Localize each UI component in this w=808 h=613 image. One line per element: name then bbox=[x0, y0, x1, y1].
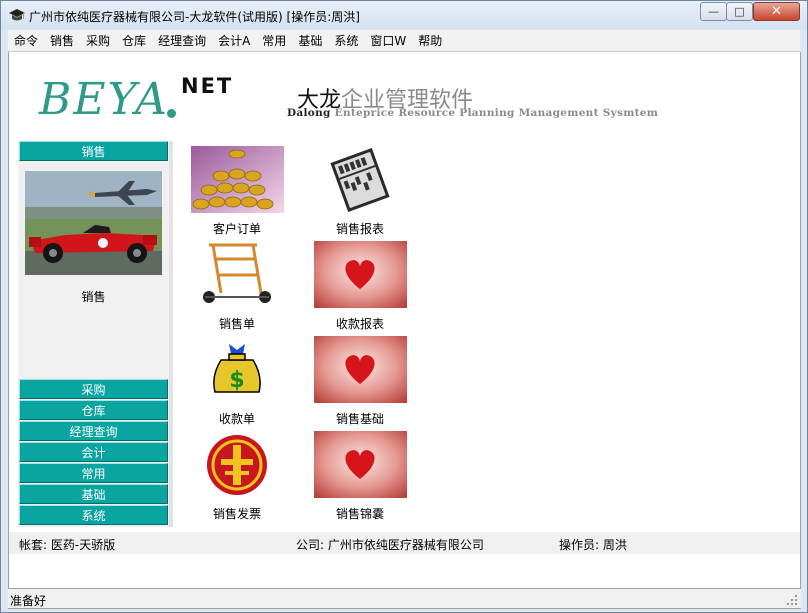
company-label: 公司: bbox=[296, 538, 325, 552]
nav-accounting[interactable]: 会计 bbox=[19, 442, 168, 462]
resize-grip-icon[interactable] bbox=[783, 591, 799, 607]
nav-common[interactable]: 常用 bbox=[19, 463, 168, 483]
company-field: 公司: 广州市依纯医疗器械有限公司 bbox=[296, 536, 484, 553]
menu-manager-query[interactable]: 经理查询 bbox=[152, 30, 212, 52]
module-sales-report[interactable]: 销售报表 bbox=[300, 146, 420, 239]
maximize-button[interactable]: □ bbox=[726, 2, 753, 21]
menu-basics[interactable]: 基础 bbox=[292, 30, 328, 52]
account-label: 帐套: bbox=[19, 538, 48, 552]
app-window: 广州市依纯医疗器械有限公司-大龙软件(试用版) [操作员:周洪] — □ ✕ 命… bbox=[0, 0, 808, 613]
module-receipt[interactable]: $ 收款单 bbox=[177, 336, 297, 429]
logo-dot bbox=[167, 109, 176, 118]
module-label: 收款单 bbox=[218, 412, 255, 426]
module-receipt-report[interactable]: 收款报表 bbox=[300, 241, 420, 334]
operator-field: 操作员: 周洪 bbox=[559, 536, 627, 553]
module-label: 销售基础 bbox=[335, 412, 384, 426]
net-logo: NET bbox=[181, 74, 234, 98]
nav-sales-header[interactable]: 销售 bbox=[19, 141, 168, 161]
module-label: 销售发票 bbox=[212, 507, 261, 521]
menu-purchase[interactable]: 采购 bbox=[80, 30, 116, 52]
nav-manager-query[interactable]: 经理查询 bbox=[19, 421, 168, 441]
company-value: 广州市依纯医疗器械有限公司 bbox=[327, 538, 484, 552]
nav-basics[interactable]: 基础 bbox=[19, 484, 168, 504]
banner-subtitle: Dalong Enteprice Resource Planning Manag… bbox=[287, 107, 658, 119]
module-customer-order[interactable]: 客户订单 bbox=[177, 146, 297, 239]
abacus-icon bbox=[314, 146, 407, 213]
heart-icon bbox=[314, 336, 407, 403]
title-bar: 广州市依纯医疗器械有限公司-大龙软件(试用版) [操作员:周洪] — □ ✕ bbox=[1, 1, 807, 29]
nav-panel-label: 销售 bbox=[81, 290, 106, 304]
close-button[interactable]: ✕ bbox=[753, 2, 800, 21]
info-bar: 帐套: 医药-天骄版 公司: 广州市依纯医疗器械有限公司 操作员: 周洪 bbox=[9, 532, 800, 554]
money-bag-icon: $ bbox=[191, 336, 284, 403]
heart-icon bbox=[314, 241, 407, 308]
account-value: 医药-天骄版 bbox=[50, 538, 116, 552]
menu-common[interactable]: 常用 bbox=[256, 30, 292, 52]
nav-splitter[interactable] bbox=[169, 141, 173, 527]
menu-help[interactable]: 帮助 bbox=[412, 30, 448, 52]
menu-warehouse[interactable]: 仓库 bbox=[116, 30, 152, 52]
nav-sales-panel: 销售 bbox=[18, 163, 169, 380]
menu-command[interactable]: 命令 bbox=[8, 30, 44, 52]
nav-purchase[interactable]: 采购 bbox=[19, 379, 168, 399]
maximize-icon: □ bbox=[734, 5, 745, 18]
banner-subtitle-brand: Dalong bbox=[287, 107, 331, 119]
hand-truck-icon bbox=[191, 241, 284, 308]
module-label: 销售单 bbox=[218, 317, 255, 331]
minimize-button[interactable]: — bbox=[700, 2, 727, 21]
nav-system[interactable]: 系统 bbox=[19, 505, 168, 525]
menu-sales[interactable]: 销售 bbox=[44, 30, 80, 52]
race-car-photo[interactable] bbox=[25, 171, 162, 275]
module-label: 客户订单 bbox=[212, 222, 261, 236]
banner-subtitle-rest: Enteprice Resource Planning Management S… bbox=[330, 107, 659, 119]
operator-value: 周洪 bbox=[602, 538, 627, 552]
menu-system[interactable]: 系统 bbox=[328, 30, 364, 52]
menu-bar: 命令 销售 采购 仓库 经理查询 会计A 常用 基础 系统 窗口W 帮助 bbox=[8, 30, 800, 52]
module-sales-basics[interactable]: 销售基础 bbox=[300, 336, 420, 429]
beya-logo-text: BEYA bbox=[39, 74, 169, 125]
module-sales-invoice[interactable]: 销售发票 bbox=[177, 431, 297, 524]
beya-logo: BEYA bbox=[39, 78, 169, 122]
minimize-icon: — bbox=[708, 5, 719, 18]
module-label: 收款报表 bbox=[335, 317, 384, 331]
menu-window[interactable]: 窗口W bbox=[364, 30, 412, 52]
graduation-cap-icon bbox=[9, 9, 25, 21]
account-field: 帐套: 医药-天骄版 bbox=[19, 536, 115, 553]
window-title: 广州市依纯医疗器械有限公司-大龙软件(试用版) [操作员:周洪] bbox=[29, 10, 360, 24]
banner: BEYA NET 大龙企业管理软件 Dalong Enteprice Resou… bbox=[9, 52, 800, 138]
status-bar: 准备好 bbox=[8, 588, 801, 609]
module-sales-tips[interactable]: 销售锦囊 bbox=[300, 431, 420, 524]
tax-emblem-icon bbox=[191, 431, 284, 498]
heart-icon bbox=[314, 431, 407, 498]
module-label: 销售锦囊 bbox=[335, 507, 384, 521]
module-label: 销售报表 bbox=[335, 222, 384, 236]
nav-warehouse[interactable]: 仓库 bbox=[19, 400, 168, 420]
svg-text:$: $ bbox=[229, 368, 244, 393]
operator-label: 操作员: bbox=[559, 538, 600, 552]
menu-accounting[interactable]: 会计A bbox=[212, 30, 256, 52]
main-client-area: BEYA NET 大龙企业管理软件 Dalong Enteprice Resou… bbox=[8, 52, 801, 588]
left-nav: 销售 销售 采购 仓库 经理查询 会计 常用 基础 系统 bbox=[18, 141, 169, 527]
close-icon: ✕ bbox=[771, 4, 782, 19]
gold-coins-icon bbox=[191, 146, 284, 213]
module-sales-slip[interactable]: 销售单 bbox=[177, 241, 297, 334]
status-text: 准备好 bbox=[10, 594, 47, 608]
